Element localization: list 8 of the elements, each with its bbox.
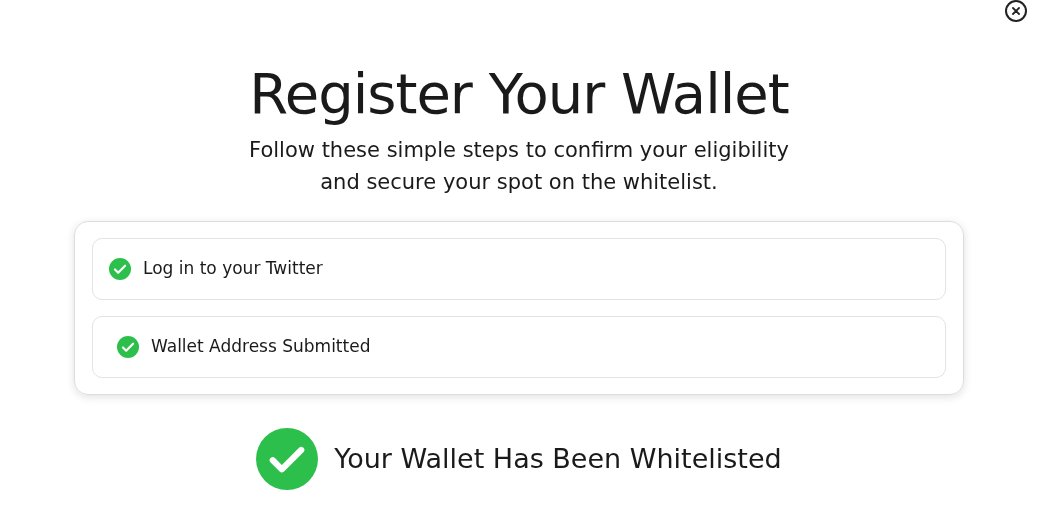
step-label: Wallet Address Submitted — [151, 335, 371, 359]
page-title: Register Your Wallet — [249, 60, 789, 128]
close-button[interactable] — [1005, 0, 1027, 22]
status-text: Your Wallet Has Been Whitelisted — [334, 441, 782, 476]
step-label: Log in to your Twitter — [143, 257, 323, 281]
close-icon — [1011, 6, 1021, 16]
subtitle-text: and secure your spot on the whitelist. — [320, 169, 718, 196]
subtitle-text: Follow these simple steps to confirm your eligibility — [249, 137, 789, 164]
